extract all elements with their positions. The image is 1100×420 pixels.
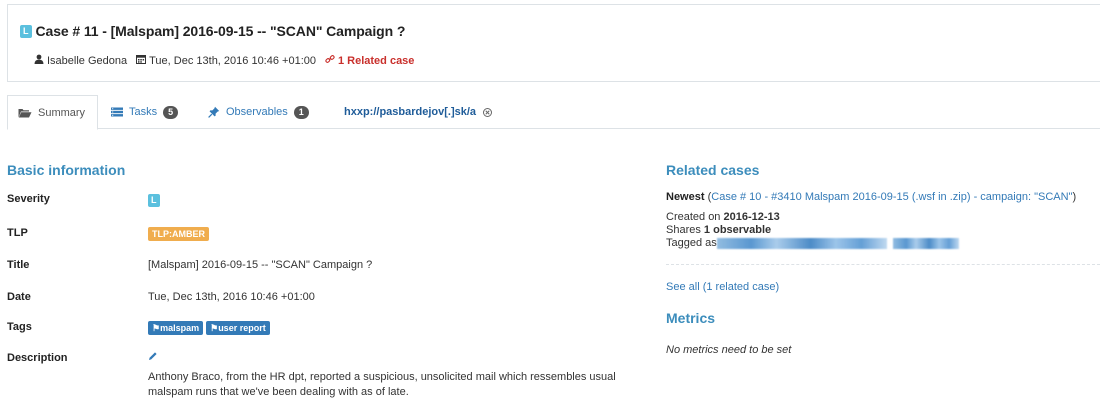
- related-cases-title: Related cases: [666, 162, 760, 178]
- shares-value: 1 observable: [703, 224, 772, 236]
- created-date: Tue, Dec 13th, 2016 10:46 +01:00: [136, 54, 316, 67]
- newest-label: Newest: [666, 191, 705, 203]
- redacted-tags: [892, 237, 959, 249]
- observables-count-badge: 1: [293, 105, 309, 119]
- pencil-icon: [148, 352, 158, 364]
- severity-value-badge: L: [148, 194, 160, 207]
- tasks-count-badge: 5: [163, 105, 179, 119]
- tag-user-report[interactable]: ⚑user report: [206, 321, 270, 335]
- tag-icon: ⚑: [210, 323, 219, 333]
- tag-malspam[interactable]: ⚑malspam: [148, 321, 204, 335]
- severity-value: L: [148, 194, 160, 207]
- description-label: Description: [7, 352, 68, 364]
- case-tabs: Summary Tasks 5 Observables 1 hxxp://pas…: [7, 95, 1100, 130]
- created-date-text: Tue, Dec 13th, 2016 10:46 +01:00: [149, 54, 316, 67]
- tags-list: ⚑malspam ⚑user report: [148, 321, 273, 335]
- see-all-related-link[interactable]: See all (1 related case): [666, 281, 779, 293]
- severity-badge: L: [20, 24, 32, 38]
- shares-prefix: Shares: [666, 224, 704, 236]
- description-value: Anthony Braco, from the HR dpt, reported…: [148, 371, 616, 398]
- tab-observables-label: Observables: [226, 106, 288, 118]
- tab-observables[interactable]: Observables 1: [208, 95, 309, 129]
- metrics-title: Metrics: [666, 310, 716, 326]
- case-header: L Case # 11 - [Malspam] 2016-09-15 -- "S…: [7, 4, 1100, 82]
- newest-case-link[interactable]: Case # 10 - #3410 Malspam 2016-09-15 (.w…: [711, 191, 1072, 203]
- title-label: Title: [7, 259, 30, 271]
- newest-close: ): [1072, 191, 1077, 203]
- owner: Isabelle Gedona: [34, 54, 127, 67]
- tab-summary-label: Summary: [38, 106, 86, 119]
- tlp-label: TLP: [7, 227, 28, 239]
- redacted-tags: [716, 237, 887, 249]
- user-icon: [34, 54, 44, 67]
- created-on: Created on 2016-12-13: [666, 211, 959, 224]
- divider: [666, 264, 1100, 265]
- tab-tasks[interactable]: Tasks 5: [111, 95, 179, 129]
- tag-icon: ⚑: [152, 323, 161, 333]
- tab-summary[interactable]: Summary: [7, 95, 98, 130]
- pin-icon: [208, 106, 220, 118]
- tlp-badge: TLP:AMBER: [148, 227, 209, 241]
- tab-tasks-label: Tasks: [129, 106, 158, 118]
- tagged-prefix: Tagged as: [666, 237, 717, 249]
- close-circle-icon[interactable]: [483, 107, 493, 117]
- title-value: [Malspam] 2016-09-15 -- "SCAN" Campaign …: [148, 259, 373, 271]
- tag-label: user report: [218, 323, 266, 333]
- tab-observable-detail[interactable]: hxxp://pasbardejov[.]sk/a: [344, 95, 493, 129]
- tagged-as: Tagged as: [666, 237, 959, 250]
- severity-label: Severity: [7, 193, 50, 205]
- tags-label: Tags: [7, 321, 32, 333]
- related-cases-text: 1 Related case: [337, 54, 415, 67]
- tlp-value: TLP:AMBER: [148, 227, 209, 241]
- basic-info-title: Basic information: [7, 162, 126, 178]
- tasks-icon: [111, 107, 123, 117]
- created-date-value: 2016-12-13: [723, 211, 780, 223]
- page-title: Case # 11 - [Malspam] 2016-09-15 -- "SCA…: [35, 23, 406, 39]
- calendar-icon: [136, 54, 147, 67]
- edit-description-button[interactable]: [148, 351, 158, 364]
- related-details: Created on 2016-12-13 Shares 1 observabl…: [666, 211, 959, 250]
- newest-related-case: Newest (Case # 10 - #3410 Malspam 2016-0…: [666, 191, 1076, 203]
- created-prefix: Created on: [666, 211, 724, 223]
- tab-observable-label: hxxp://pasbardejov[.]sk/a: [344, 106, 477, 118]
- metrics-empty-text: No metrics need to be set: [666, 344, 792, 356]
- tag-label: malspam: [160, 323, 200, 333]
- case-title: L Case # 11 - [Malspam] 2016-09-15 -- "S…: [20, 23, 405, 39]
- shares: Shares 1 observable: [666, 224, 959, 237]
- link-icon: [325, 54, 335, 67]
- related-cases-link[interactable]: 1 Related case: [325, 54, 414, 67]
- case-meta: Isabelle Gedona Tue, Dec 13th, 2016 10:4…: [34, 54, 423, 67]
- owner-name: Isabelle Gedona: [47, 54, 128, 67]
- date-label: Date: [7, 291, 31, 303]
- date-value: Tue, Dec 13th, 2016 10:46 +01:00: [148, 291, 315, 303]
- folder-open-icon: [18, 108, 32, 118]
